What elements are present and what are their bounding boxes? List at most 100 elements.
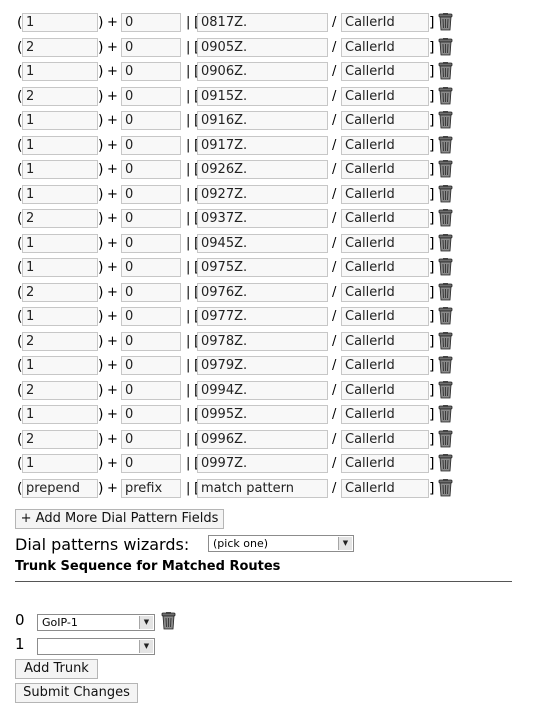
callerid-input[interactable]: CallerId bbox=[341, 13, 429, 32]
trash-can-icon[interactable] bbox=[438, 13, 453, 31]
match-pattern-input[interactable]: 0995Z. bbox=[197, 405, 328, 424]
prefix-input[interactable]: 0 bbox=[121, 184, 181, 204]
dial-patterns-wizard-select[interactable]: (pick one) ▼ bbox=[208, 535, 354, 552]
trash-can-icon[interactable] bbox=[438, 233, 453, 252]
trash-can-icon[interactable] bbox=[161, 612, 176, 630]
prefix-input[interactable]: 0 bbox=[121, 380, 181, 400]
callerid-input[interactable]: CallerId bbox=[341, 160, 429, 179]
prefix-input[interactable]: prefix bbox=[121, 478, 181, 498]
trash-can-icon[interactable] bbox=[438, 380, 453, 399]
prepend-input[interactable]: 1 bbox=[22, 13, 98, 32]
prepend-input[interactable]: 1 bbox=[22, 184, 98, 204]
trash-can-icon[interactable] bbox=[438, 282, 453, 301]
callerid-input[interactable]: CallerId bbox=[341, 86, 429, 106]
prefix-input[interactable]: 0 bbox=[121, 331, 181, 351]
prefix-input[interactable]: 0 bbox=[121, 135, 181, 155]
match-pattern-input[interactable]: 0978Z. bbox=[197, 331, 328, 351]
trunk-select-1[interactable]: ▼ bbox=[37, 638, 155, 655]
match-pattern-input[interactable]: 0937Z. bbox=[197, 209, 328, 228]
trash-can-icon[interactable] bbox=[438, 111, 453, 129]
trash-can-icon[interactable] bbox=[438, 429, 453, 448]
prepend-input[interactable]: 1 bbox=[22, 405, 98, 424]
match-pattern-input[interactable]: 0977Z. bbox=[197, 307, 328, 326]
callerid-input[interactable]: CallerId bbox=[341, 135, 429, 155]
prefix-input[interactable]: 0 bbox=[121, 307, 181, 326]
match-pattern-input[interactable]: 0906Z. bbox=[197, 62, 328, 81]
callerid-input[interactable]: CallerId bbox=[341, 307, 429, 326]
prefix-input[interactable]: 0 bbox=[121, 454, 181, 473]
add-trunk-button[interactable]: Add Trunk bbox=[15, 659, 98, 679]
callerid-input[interactable]: CallerId bbox=[341, 184, 429, 204]
prefix-input[interactable]: 0 bbox=[121, 233, 181, 253]
prepend-input[interactable]: 1 bbox=[22, 233, 98, 253]
prefix-input[interactable]: 0 bbox=[121, 160, 181, 179]
callerid-input[interactable]: CallerId bbox=[341, 233, 429, 253]
match-pattern-input[interactable]: 0927Z. bbox=[197, 184, 328, 204]
trash-can-icon[interactable] bbox=[438, 258, 453, 276]
trash-can-icon[interactable] bbox=[438, 405, 453, 423]
prepend-input[interactable]: 2 bbox=[22, 37, 98, 57]
prefix-input[interactable]: 0 bbox=[121, 13, 181, 32]
callerid-input[interactable]: CallerId bbox=[341, 282, 429, 302]
prepend-input[interactable]: 1 bbox=[22, 454, 98, 473]
match-pattern-input[interactable]: 0976Z. bbox=[197, 282, 328, 302]
match-pattern-input[interactable]: 0997Z. bbox=[197, 454, 328, 473]
prepend-input[interactable]: 1 bbox=[22, 111, 98, 130]
callerid-input[interactable]: CallerId bbox=[341, 356, 429, 375]
match-pattern-input[interactable]: 0979Z. bbox=[197, 356, 328, 375]
match-pattern-input[interactable]: 0975Z. bbox=[197, 258, 328, 277]
trunk-select-0[interactable]: GoIP-1 ▼ bbox=[37, 614, 155, 631]
match-pattern-input[interactable]: 0945Z. bbox=[197, 233, 328, 253]
prepend-input[interactable]: 1 bbox=[22, 307, 98, 326]
prepend-input[interactable]: 2 bbox=[22, 282, 98, 302]
prepend-input[interactable]: 2 bbox=[22, 429, 98, 449]
match-pattern-input[interactable]: 0905Z. bbox=[197, 37, 328, 57]
prefix-input[interactable]: 0 bbox=[121, 62, 181, 81]
prepend-input[interactable]: 2 bbox=[22, 86, 98, 106]
trash-can-icon[interactable] bbox=[438, 331, 453, 350]
match-pattern-input[interactable]: match pattern bbox=[197, 478, 328, 498]
prefix-input[interactable]: 0 bbox=[121, 111, 181, 130]
callerid-input[interactable]: CallerId bbox=[341, 380, 429, 400]
prepend-input[interactable]: 2 bbox=[22, 209, 98, 228]
match-pattern-input[interactable]: 0916Z. bbox=[197, 111, 328, 130]
callerid-input[interactable]: CallerId bbox=[341, 111, 429, 130]
match-pattern-input[interactable]: 0926Z. bbox=[197, 160, 328, 179]
trash-can-icon[interactable] bbox=[438, 478, 453, 497]
prepend-input[interactable]: prepend bbox=[22, 478, 98, 498]
submit-changes-button[interactable]: Submit Changes bbox=[15, 683, 138, 703]
prepend-input[interactable]: 1 bbox=[22, 258, 98, 277]
prepend-input[interactable]: 1 bbox=[22, 160, 98, 179]
prepend-input[interactable]: 1 bbox=[22, 62, 98, 81]
trash-can-icon[interactable] bbox=[438, 307, 453, 325]
callerid-input[interactable]: CallerId bbox=[341, 258, 429, 277]
trash-can-icon[interactable] bbox=[438, 135, 453, 154]
match-pattern-input[interactable]: 0817Z. bbox=[197, 13, 328, 32]
prefix-input[interactable]: 0 bbox=[121, 356, 181, 375]
trash-can-icon[interactable] bbox=[438, 184, 453, 203]
trash-can-icon[interactable] bbox=[438, 454, 453, 472]
trash-can-icon[interactable] bbox=[438, 86, 453, 105]
callerid-input[interactable]: CallerId bbox=[341, 209, 429, 228]
trash-can-icon[interactable] bbox=[438, 209, 453, 227]
trash-can-icon[interactable] bbox=[438, 62, 453, 80]
trash-can-icon[interactable] bbox=[438, 160, 453, 178]
add-more-dial-pattern-fields-button[interactable]: + Add More Dial Pattern Fields bbox=[15, 509, 224, 529]
callerid-input[interactable]: CallerId bbox=[341, 331, 429, 351]
match-pattern-input[interactable]: 0915Z. bbox=[197, 86, 328, 106]
prefix-input[interactable]: 0 bbox=[121, 209, 181, 228]
callerid-input[interactable]: CallerId bbox=[341, 478, 429, 498]
trash-can-icon[interactable] bbox=[438, 356, 453, 374]
callerid-input[interactable]: CallerId bbox=[341, 62, 429, 81]
match-pattern-input[interactable]: 0994Z. bbox=[197, 380, 328, 400]
match-pattern-input[interactable]: 0996Z. bbox=[197, 429, 328, 449]
callerid-input[interactable]: CallerId bbox=[341, 37, 429, 57]
prefix-input[interactable]: 0 bbox=[121, 258, 181, 277]
prefix-input[interactable]: 0 bbox=[121, 282, 181, 302]
prepend-input[interactable]: 2 bbox=[22, 331, 98, 351]
trash-can-icon[interactable] bbox=[438, 37, 453, 56]
prefix-input[interactable]: 0 bbox=[121, 37, 181, 57]
prepend-input[interactable]: 1 bbox=[22, 135, 98, 155]
match-pattern-input[interactable]: 0917Z. bbox=[197, 135, 328, 155]
prefix-input[interactable]: 0 bbox=[121, 405, 181, 424]
